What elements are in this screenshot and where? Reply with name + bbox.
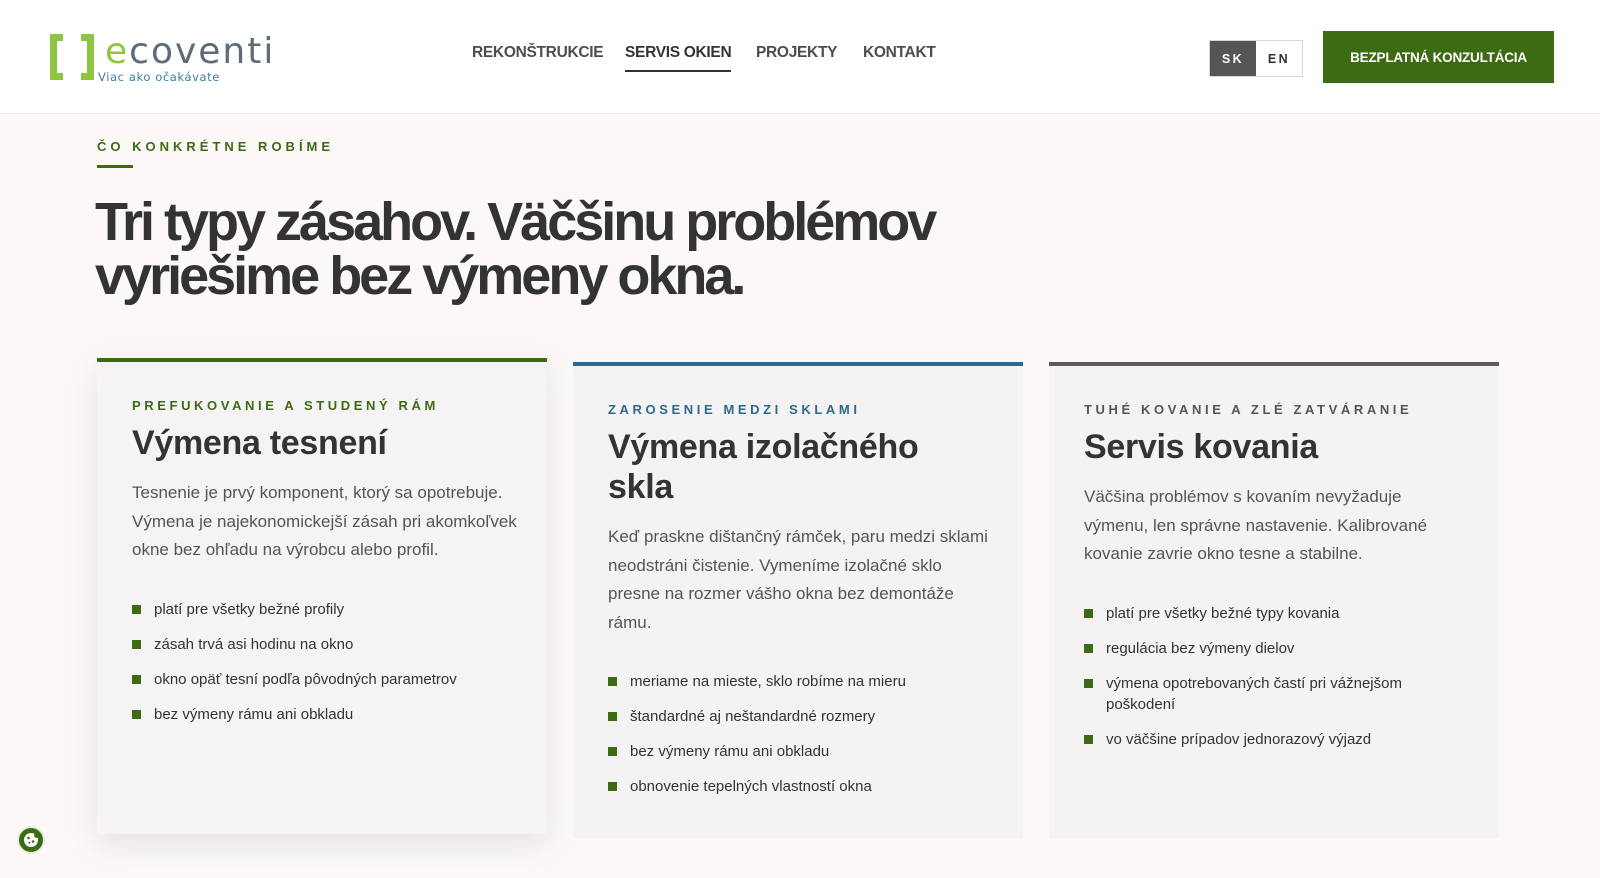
list-item: regulácia bez výmeny dielov bbox=[1084, 638, 1469, 659]
card-title: Výmena tesnení bbox=[132, 424, 387, 462]
logo-wordmark-rest: coventi bbox=[129, 31, 276, 72]
card-eyebrow: TUHÉ KOVANIE A ZLÉ ZATVÁRANIE bbox=[1084, 402, 1413, 417]
list-item: výmena opotrebovaných častí pri vážnejšo… bbox=[1084, 673, 1469, 715]
list-item: bez výmeny rámu ani obkladu bbox=[608, 741, 993, 762]
list-item: vo väčšine prípadov jednorazový výjazd bbox=[1084, 729, 1469, 750]
logo-wordmark: ecoventi bbox=[105, 32, 275, 72]
list-item: obnovenie tepelných vlastností okna bbox=[608, 776, 993, 797]
card-bullet-list: platí pre všetky bežné profily zásah trv… bbox=[132, 599, 517, 725]
section-eyebrow: ČO KONKRÉTNE ROBÍME bbox=[97, 139, 335, 154]
list-item: štandardné aj neštandardné rozmery bbox=[608, 706, 993, 727]
cookie-settings-button[interactable] bbox=[17, 826, 45, 854]
card-title: Servis kovania bbox=[1084, 428, 1318, 466]
card-eyebrow: PREFUKOVANIE A STUDENÝ RÁM bbox=[132, 398, 439, 413]
eyebrow-underline bbox=[97, 165, 133, 168]
list-item: meriame na mieste, sklo robíme na mieru bbox=[608, 671, 993, 692]
language-switcher: SK EN bbox=[1209, 40, 1303, 77]
logo-wordmark-accent: e bbox=[105, 31, 130, 72]
card-description: Tesnenie je prvý komponent, ktorý sa opo… bbox=[132, 483, 517, 559]
list-item: bez výmeny rámu ani obkladu bbox=[132, 704, 517, 725]
card-bullet-list: meriame na mieste, sklo robíme na mieru … bbox=[608, 671, 993, 797]
service-card-hardware: TUHÉ KOVANIE A ZLÉ ZATVÁRANIE Servis kov… bbox=[1049, 362, 1499, 838]
card-description: Väčšina problémov s kovaním nevyžaduje v… bbox=[1084, 487, 1428, 563]
service-card-glass: ZAROSENIE MEDZI SKLAMI Výmena izolačného… bbox=[573, 362, 1023, 838]
service-card-seals: PREFUKOVANIE A STUDENÝ RÁM Výmena tesnen… bbox=[97, 358, 547, 834]
logo-mark-icon bbox=[50, 34, 94, 80]
site-header: ecoventi Viac ako očakávate REKONŠTRUKCI… bbox=[0, 0, 1600, 114]
section-headline: Tri typy zásahov. Väčšinu problémov vyri… bbox=[95, 192, 937, 306]
logo-link[interactable]: ecoventi Viac ako očakávate bbox=[50, 32, 273, 84]
card-description: Keď praskne dištančný rámček, paru medzi… bbox=[608, 527, 988, 632]
card-title: Výmena izolačného skla bbox=[608, 428, 919, 506]
free-consultation-button[interactable]: BEZPLATNÁ KONZULTÁCIA bbox=[1323, 31, 1554, 83]
language-sk-button[interactable]: SK bbox=[1210, 41, 1256, 76]
nav-item-projekty[interactable]: PROJEKTY bbox=[756, 44, 837, 62]
card-bullet-list: platí pre všetky bežné typy kovania regu… bbox=[1084, 603, 1469, 750]
logo-tagline: Viac ako očakávate bbox=[98, 70, 220, 84]
list-item: zásah trvá asi hodinu na okno bbox=[132, 634, 517, 655]
list-item: platí pre všetky bežné profily bbox=[132, 599, 517, 620]
list-item: platí pre všetky bežné typy kovania bbox=[1084, 603, 1469, 624]
nav-item-rekonstrukcie[interactable]: REKONŠTRUKCIE bbox=[472, 44, 604, 62]
cookie-icon bbox=[24, 833, 39, 847]
nav-item-servis-okien[interactable]: SERVIS OKIEN bbox=[625, 44, 732, 72]
card-eyebrow: ZAROSENIE MEDZI SKLAMI bbox=[608, 402, 861, 417]
nav-item-kontakt[interactable]: KONTAKT bbox=[863, 44, 936, 62]
language-en-button[interactable]: EN bbox=[1256, 41, 1302, 76]
list-item: okno opäť tesní podľa pôvodných parametr… bbox=[132, 669, 517, 690]
